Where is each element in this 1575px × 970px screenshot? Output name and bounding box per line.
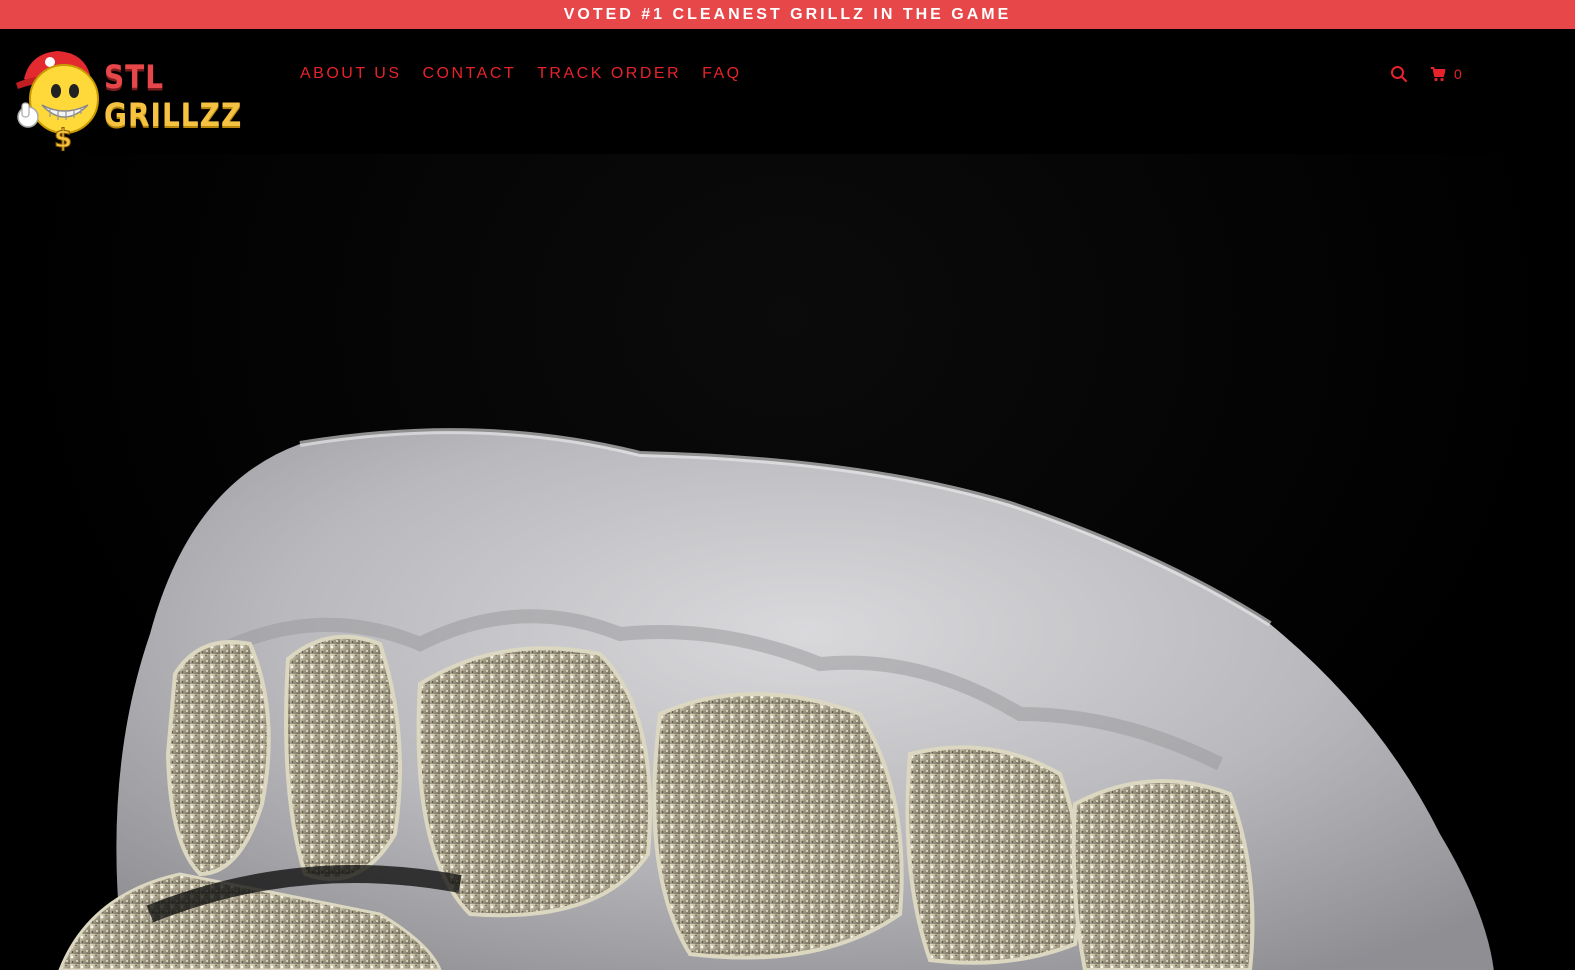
cart-button[interactable]: 0 bbox=[1430, 66, 1462, 82]
site-header: $ STL GRILLZZ ABOUT US CONTACT TRACK ORD… bbox=[0, 29, 1575, 155]
grillz-hero-image bbox=[58, 428, 1494, 970]
svg-text:$: $ bbox=[54, 124, 72, 151]
smiley-mascot-icon: $ bbox=[16, 51, 99, 155]
logo-text-grillzz: GRILLZZ bbox=[104, 96, 243, 134]
header-tools: 0 bbox=[1390, 65, 1462, 83]
logo-text-stl: STL bbox=[104, 58, 165, 96]
nav-contact[interactable]: CONTACT bbox=[423, 65, 517, 83]
logo-wordmark: STL GRILLZZ bbox=[104, 58, 262, 134]
announcement-bar: VOTED #1 CLEANEST GRILLZ IN THE GAME bbox=[0, 0, 1575, 29]
announcement-text: VOTED #1 CLEANEST GRILLZ IN THE GAME bbox=[563, 5, 1012, 23]
cart-icon bbox=[1431, 67, 1446, 82]
main-nav: ABOUT US CONTACT TRACK ORDER FAQ bbox=[300, 65, 742, 83]
nav-track-order[interactable]: TRACK ORDER bbox=[537, 65, 681, 83]
site-logo[interactable]: $ STL GRILLZZ bbox=[12, 45, 262, 155]
search-icon[interactable] bbox=[1390, 65, 1408, 83]
hero-banner bbox=[0, 154, 1575, 970]
nav-faq[interactable]: FAQ bbox=[702, 65, 742, 83]
cart-count: 0 bbox=[1454, 66, 1462, 82]
nav-about-us[interactable]: ABOUT US bbox=[300, 65, 402, 83]
